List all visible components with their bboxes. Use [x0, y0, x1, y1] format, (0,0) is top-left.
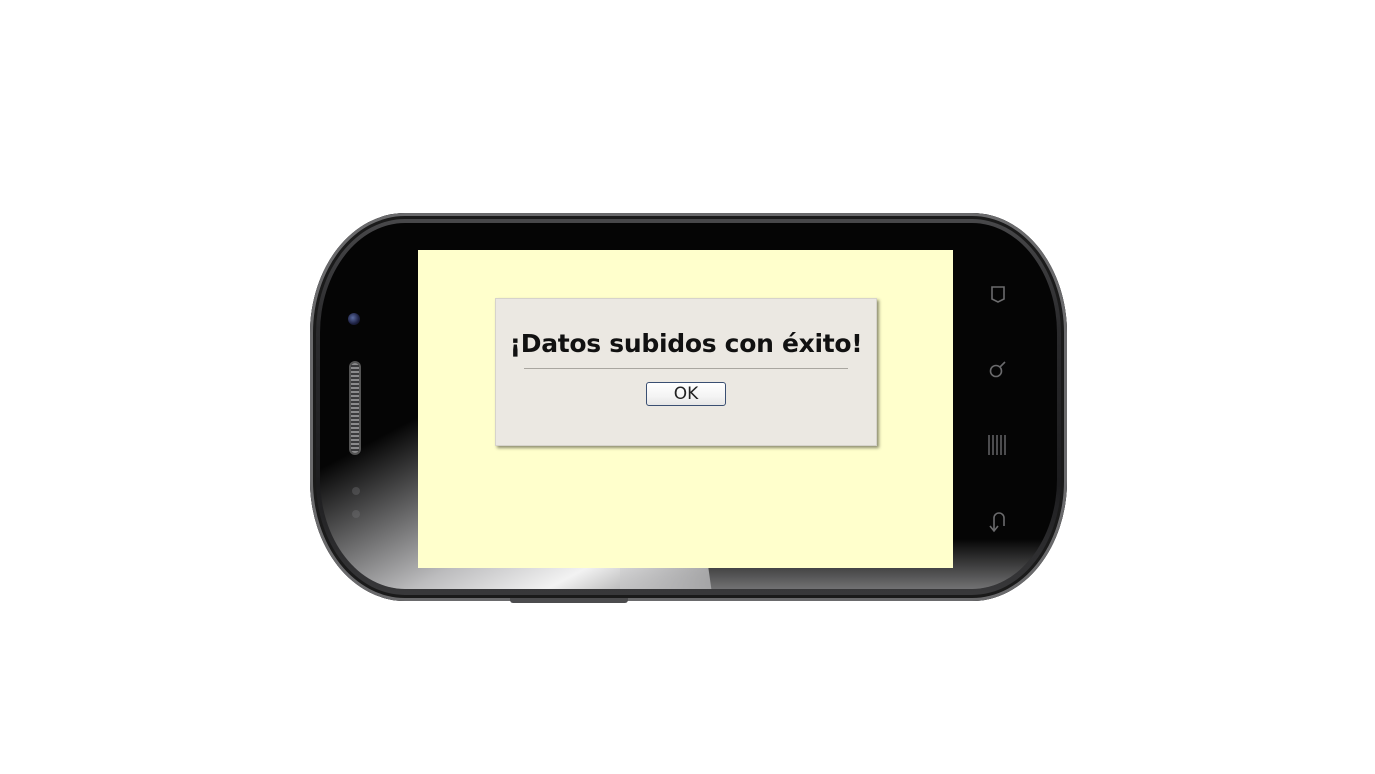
front-camera-icon: [348, 313, 360, 325]
back-icon-glyph: [989, 512, 1005, 533]
dialog-message: ¡Datos subidos con éxito!: [509, 329, 863, 358]
back-icon[interactable]: [985, 508, 1011, 534]
alert-dialog: ¡Datos subidos con éxito! OK: [495, 298, 877, 446]
device-screen: ¡Datos subidos con éxito! OK: [418, 250, 953, 568]
earpiece-speaker: [351, 363, 359, 453]
proximity-sensor: [352, 487, 360, 495]
search-icon[interactable]: [985, 357, 1011, 383]
menu-icon[interactable]: [985, 432, 1011, 458]
light-sensor: [352, 510, 360, 518]
emulator-stage: ¡Datos subidos con éxito! OK: [0, 0, 1375, 774]
search-icon-glyph: [989, 361, 1006, 378]
menu-icon-glyph: [988, 435, 1006, 455]
phone-bottom-button: [510, 598, 628, 603]
home-icon-glyph: [991, 286, 1005, 303]
home-icon[interactable]: [985, 279, 1011, 305]
dialog-divider: [524, 368, 848, 369]
ok-button[interactable]: OK: [646, 382, 726, 406]
